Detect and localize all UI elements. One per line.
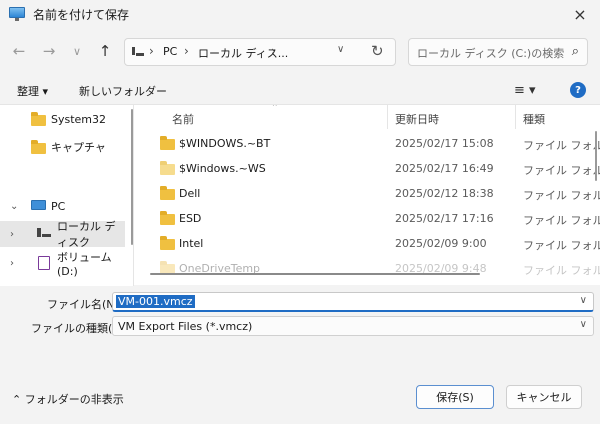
filename-field[interactable]: VM-001.vmcz ∨ [112, 292, 594, 312]
pc-icon [31, 200, 46, 210]
chevron-down-icon[interactable]: ⌄ [10, 201, 18, 212]
drive-icon [37, 228, 41, 237]
sd-card-icon [38, 256, 50, 270]
folder-icon [31, 112, 46, 126]
horizontal-scrollbar[interactable] [150, 273, 480, 275]
close-button[interactable]: × [560, 0, 600, 28]
folder-icon [160, 136, 175, 150]
sidebar-item-volume-d[interactable]: › ボリューム (D:) [0, 250, 125, 278]
navigation-pane: System32 キャプチャ ⌄ PC › ローカル ディスク › ボリューム … [0, 105, 134, 286]
folder-icon [160, 236, 175, 250]
search-input[interactable]: ローカル ディスク (C:)の検索 ⌕ [408, 38, 588, 66]
file-row[interactable]: Dell 2025/02/12 18:38 ファイル フォルダー [144, 181, 600, 206]
file-list: ⌃ 名前 更新日時 種類 $WINDOWS.~BT 2025/02/17 15:… [144, 105, 600, 286]
chevron-right-icon[interactable]: › [10, 258, 14, 269]
folder-icon [160, 211, 175, 225]
column-header-type[interactable]: 種類 [523, 111, 545, 127]
up-arrow-icon[interactable]: ↑ [95, 41, 115, 61]
forward-arrow-icon[interactable]: → [39, 41, 59, 61]
window-title: 名前を付けて保存 [33, 7, 130, 22]
vertical-scrollbar[interactable] [595, 131, 597, 181]
refresh-icon[interactable]: ↻ [371, 42, 384, 60]
file-row[interactable]: ESD 2025/02/17 17:16 ファイル フォルダー [144, 206, 600, 231]
breadcrumb-pc[interactable]: PC [163, 45, 177, 58]
filetype-dropdown-icon[interactable]: ∨ [580, 319, 587, 330]
folder-icon [160, 161, 175, 175]
sidebar-item-capture[interactable]: キャプチャ [0, 134, 125, 160]
recent-locations-icon[interactable]: ∨ [67, 41, 87, 61]
hide-folders-toggle[interactable]: ⌃ フォルダーの非表示 [12, 391, 124, 407]
chevron-right-icon[interactable]: › [10, 229, 14, 240]
cancel-button[interactable]: キャンセル [506, 385, 582, 409]
file-row[interactable]: OneDriveTemp 2025/02/09 9:48 ファイル フォルダー [144, 256, 600, 281]
column-header-date[interactable]: 更新日時 [395, 111, 439, 127]
sidebar-item-local-disk[interactable]: › ローカル ディスク [0, 220, 125, 249]
folder-icon [160, 186, 175, 200]
save-dialog-icon [9, 7, 25, 21]
filename-dropdown-icon[interactable]: ∨ [580, 295, 587, 306]
help-icon[interactable]: ? [570, 82, 586, 98]
sort-caret-icon: ⌃ [271, 105, 279, 113]
filetype-select[interactable]: VM Export Files (*.vmcz) ∨ [112, 316, 594, 336]
nav-scrollbar[interactable] [131, 109, 133, 245]
search-placeholder: ローカル ディスク (C:)の検索 [417, 47, 565, 60]
search-icon: ⌕ [571, 44, 579, 59]
file-row[interactable]: Intel 2025/02/09 9:00 ファイル フォルダー [144, 231, 600, 256]
filename-value[interactable]: VM-001.vmcz [116, 295, 195, 308]
toolbar: 整理 ▾ 新しいフォルダー ≡ ▾ [0, 78, 600, 104]
filetype-value: VM Export Files (*.vmcz) [118, 320, 253, 333]
column-header-name[interactable]: 名前 [172, 111, 194, 127]
sidebar-item-system32[interactable]: System32 [0, 106, 125, 132]
pc-icon [132, 47, 144, 57]
save-button[interactable]: 保存(S) [416, 385, 494, 409]
view-options-icon[interactable]: ≡ ▾ [514, 83, 536, 98]
organize-menu[interactable]: 整理 ▾ [17, 83, 48, 99]
folder-icon [31, 140, 46, 154]
title-bar: 名前を付けて保存 × [0, 0, 600, 28]
file-row[interactable]: $Windows.~WS 2025/02/17 16:49 ファイル フォルダー [144, 156, 600, 181]
address-bar[interactable]: › PC › ローカル ディス... › ∨ ↻ [124, 38, 396, 66]
new-folder-button[interactable]: 新しいフォルダー [79, 83, 167, 99]
back-arrow-icon[interactable]: ← [9, 41, 29, 61]
sidebar-item-pc[interactable]: ⌄ PC [0, 193, 125, 219]
browser-panes: System32 キャプチャ ⌄ PC › ローカル ディスク › ボリューム … [0, 104, 600, 286]
file-row[interactable]: $WINDOWS.~BT 2025/02/17 15:08 ファイル フォルダー [144, 131, 600, 156]
address-dropdown-icon[interactable]: ∨ [337, 44, 344, 55]
